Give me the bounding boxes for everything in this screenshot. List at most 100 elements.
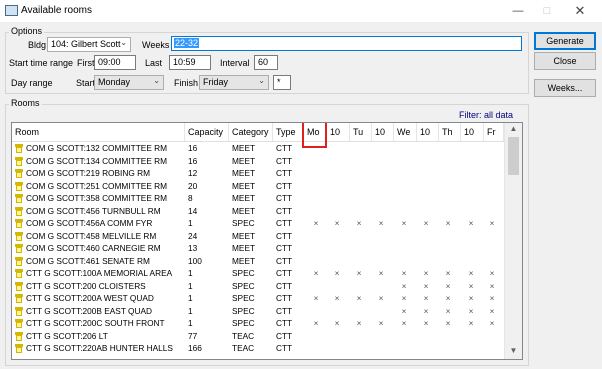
close-button[interactable]: Close [534, 52, 596, 70]
capacity-cell: 1 [188, 318, 193, 328]
table-row[interactable]: COM G SCOTT:456 TURNBULL RM 14 MEET CTT [12, 205, 504, 218]
table-row[interactable]: CTT G SCOTT:200A WEST QUAD 1 SPEC CTT × × × × × ×… [12, 292, 504, 305]
availability-mark [311, 155, 321, 168]
category-cell: MEET [232, 243, 256, 253]
interval-input[interactable]: 60 [254, 55, 278, 70]
column-header-fr[interactable]: Fr [484, 123, 504, 141]
room-icon [15, 344, 23, 353]
availability-mark [376, 230, 386, 243]
table-row[interactable]: COM G SCOTT:456A COMM FYR 1 SPEC CTT × × × × × × ×… [12, 217, 504, 230]
weeks-input[interactable]: 22-32 [171, 36, 522, 51]
table-row[interactable]: COM G SCOTT:134 COMMITTEE RM 16 MEET CTT [12, 155, 504, 168]
availability-mark: × [423, 218, 429, 228]
availability-mark: × [489, 280, 495, 291]
availability-mark [487, 205, 497, 218]
type-cell: CTT [276, 280, 293, 291]
availability-mark: × [423, 305, 429, 316]
rooms-table[interactable]: Room Capacity Category Type Mo 10 Tu 10 … [11, 122, 523, 360]
type-cell: CTT [276, 305, 293, 316]
availability-mark [466, 192, 476, 205]
availability-mark [332, 230, 342, 243]
availability-mark [332, 280, 342, 293]
bldg-select[interactable]: 104: Gilbert Scott ⌄ [47, 37, 131, 52]
room-icon [15, 281, 23, 291]
availability-mark [487, 192, 497, 205]
close-window-button[interactable]: ✕ [566, 2, 594, 20]
capacity-cell: 1 [188, 305, 193, 316]
room-name-cell: COM G SCOTT:456 TURNBULL RM [26, 205, 161, 216]
room-name-cell: CTT G SCOTT:200A WEST QUAD [26, 293, 154, 303]
room-icon [15, 144, 23, 153]
table-row[interactable]: CTT G SCOTT:200B EAST QUAD 1 SPEC CTT × × × × × [12, 305, 504, 318]
minimize-button[interactable]: — [504, 2, 532, 20]
filter-label[interactable]: Filter: all data [459, 110, 513, 120]
table-row[interactable]: COM G SCOTT:251 COMMITTEE RM 20 MEET CTT [12, 180, 504, 193]
availability-mark [443, 230, 453, 243]
table-row[interactable]: COM G SCOTT:458 MELVILLE RM 24 MEET CTT [12, 230, 504, 243]
availability-mark [311, 180, 321, 193]
room-icon [15, 181, 23, 191]
finish-day-select[interactable]: Friday ⌄ [199, 75, 269, 90]
weeks-button[interactable]: Weeks... [534, 79, 596, 97]
column-header-room[interactable]: Room [12, 123, 185, 141]
availability-mark [466, 242, 476, 255]
scroll-up-icon[interactable]: ▲ [505, 124, 522, 133]
maximize-button[interactable]: □ [533, 2, 561, 20]
capacity-cell: 77 [188, 330, 198, 341]
last-time-input[interactable]: 10:59 [169, 55, 211, 70]
column-header-tu-10[interactable]: 10 [372, 123, 394, 141]
vertical-scrollbar[interactable]: ▲ ▼ [504, 123, 522, 359]
availability-mark [354, 205, 364, 218]
table-row[interactable]: COM G SCOTT:132 COMMITTEE RM 16 MEET CTT [12, 142, 504, 155]
availability-mark: × [378, 318, 384, 328]
generate-button[interactable]: Generate [534, 32, 596, 50]
table-row[interactable]: CTT G SCOTT:200C SOUTH FRONT 1 SPEC CTT × × × ×… [12, 317, 504, 330]
availability-mark: × [445, 318, 451, 328]
availability-mark: × [378, 268, 384, 278]
scroll-down-icon[interactable]: ▼ [505, 346, 522, 355]
column-header-type[interactable]: Type [273, 123, 304, 141]
first-time-input[interactable]: 09:00 [94, 55, 136, 70]
table-row[interactable]: COM G SCOTT:461 SENATE RM 100 MEET CTT [12, 255, 504, 268]
scrollbar-thumb[interactable] [508, 137, 519, 175]
day-range-extra-input[interactable]: * [273, 75, 291, 90]
availability-mark [332, 155, 342, 168]
room-name-cell: CTT G SCOTT:200B EAST QUAD [26, 305, 153, 316]
availability-mark [443, 242, 453, 255]
availability-mark [399, 255, 409, 268]
column-header-mo-10[interactable]: 10 [327, 123, 350, 141]
table-row[interactable]: COM G SCOTT:358 COMMITTEE RM 8 MEET CTT [12, 192, 504, 205]
column-header-category[interactable]: Category [229, 123, 273, 141]
column-header-th[interactable]: Th [439, 123, 461, 141]
column-header-tu[interactable]: Tu [350, 123, 372, 141]
table-row[interactable]: CTT G SCOTT:200 CLOISTERS 1 SPEC CTT × × × × × [12, 280, 504, 293]
table-row[interactable]: COM G SCOTT:219 ROBING RM 12 MEET CTT [12, 167, 504, 180]
room-name-cell: COM G SCOTT:251 COMMITTEE RM [26, 180, 168, 191]
capacity-cell: 1 [188, 268, 193, 278]
availability-mark [399, 342, 409, 355]
table-row[interactable]: COM G SCOTT:460 CARNEGIE RM 13 MEET CTT [12, 242, 504, 255]
category-cell: MEET [232, 180, 256, 191]
availability-mark [376, 242, 386, 255]
availability-mark [443, 255, 453, 268]
availability-mark [332, 192, 342, 205]
availability-mark: × [401, 318, 407, 328]
room-icon [15, 219, 23, 228]
column-header-we-10[interactable]: 10 [417, 123, 439, 141]
availability-mark [466, 155, 476, 168]
start-day-select[interactable]: Monday ⌄ [94, 75, 164, 90]
availability-mark [354, 142, 364, 155]
availability-mark: × [313, 293, 319, 303]
table-row[interactable]: CTT G SCOTT:220AB HUNTER HALLS 166 TEAC CTT [12, 342, 504, 355]
availability-mark: × [401, 268, 407, 278]
room-name-cell: CTT G SCOTT:206 LT [26, 330, 108, 341]
column-header-th-10[interactable]: 10 [461, 123, 484, 141]
column-header-we[interactable]: We [394, 123, 417, 141]
column-header-capacity[interactable]: Capacity [185, 123, 229, 141]
capacity-cell: 1 [188, 280, 193, 291]
table-row[interactable]: CTT G SCOTT:100A MEMORIAL AREA 1 SPEC CTT × ×… [12, 267, 504, 280]
table-row[interactable]: CTT G SCOTT:206 LT 77 TEAC CTT [12, 330, 504, 343]
room-icon [15, 331, 23, 341]
availability-mark: × [468, 268, 474, 278]
availability-mark: × [423, 293, 429, 303]
